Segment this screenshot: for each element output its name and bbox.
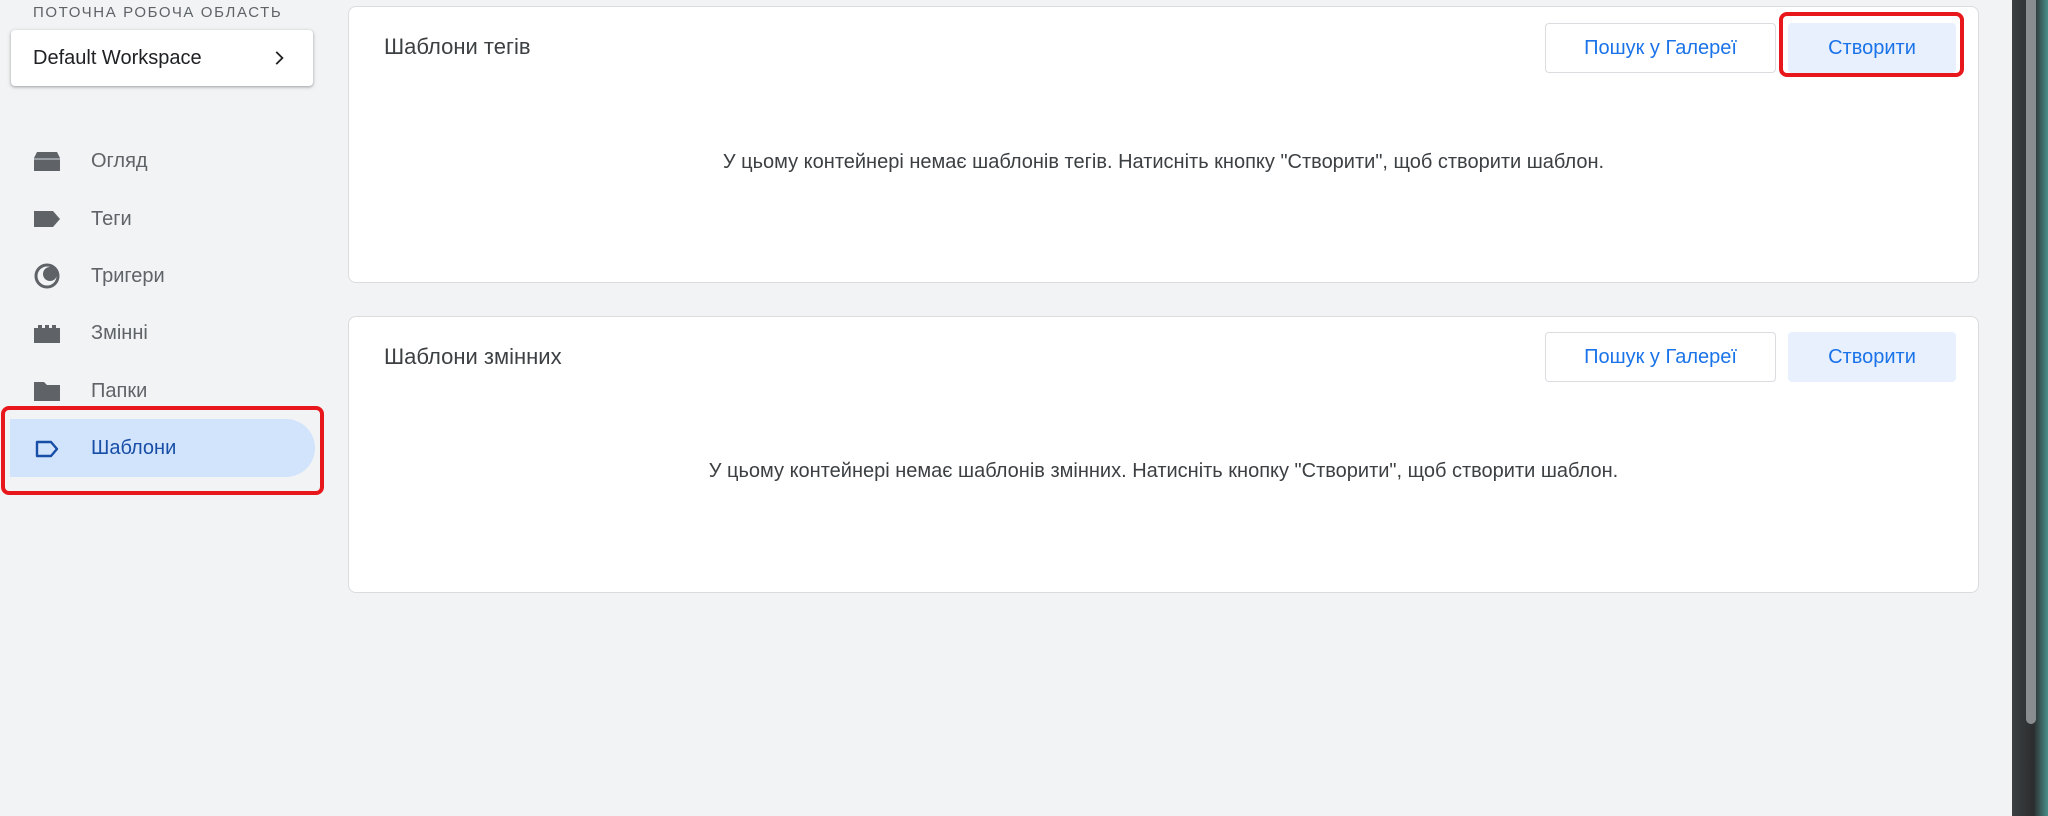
scrollbar[interactable] — [2026, 0, 2036, 724]
sidebar-item-label: Теги — [91, 207, 132, 230]
variable-templates-search-gallery-button[interactable]: Пошук у Галереї — [1545, 332, 1776, 382]
variable-icon — [32, 319, 62, 349]
sidebar-item-label: Огляд — [91, 150, 148, 173]
tag-templates-card: Шаблони тегів Пошук у Галереї Створити У… — [348, 6, 1979, 283]
highlight-create-button — [1779, 12, 1964, 77]
overview-icon — [32, 147, 62, 177]
sidebar-item-label: Тригери — [91, 264, 165, 287]
folder-icon — [32, 376, 62, 406]
sidebar-item-label: Шаблони — [91, 437, 177, 460]
tag-icon — [32, 204, 62, 234]
sidebar-item-tags[interactable]: Теги — [0, 190, 330, 247]
workspace-selector[interactable]: Default Workspace — [11, 30, 313, 86]
variable-templates-card: Шаблони змінних Пошук у Галереї Створити… — [348, 316, 1979, 593]
tag-templates-empty-message: У цьому контейнері немає шаблонів тегів.… — [722, 151, 1605, 173]
chevron-right-icon — [275, 51, 284, 65]
sidebar-item-label: Змінні — [91, 322, 148, 345]
variable-templates-title: Шаблони змінних — [384, 344, 562, 369]
workspace-name: Default Workspace — [33, 46, 202, 69]
sidebar-item-triggers[interactable]: Тригери — [0, 248, 330, 305]
sidebar-item-overview[interactable]: Огляд — [0, 133, 330, 190]
template-icon — [32, 434, 62, 464]
variable-templates-empty-message: У цьому контейнері немає шаблонів змінни… — [708, 460, 1619, 482]
tag-templates-title: Шаблони тегів — [384, 34, 531, 59]
sidebar-item-label: Папки — [91, 379, 148, 402]
tag-templates-search-gallery-button[interactable]: Пошук у Галереї — [1545, 23, 1776, 73]
sidebar: ПОТОЧНА РОБОЧА ОБЛАСТЬ Default Workspace… — [0, 0, 330, 816]
sidebar-item-variables[interactable]: Змінні — [0, 305, 330, 362]
workspace-label: ПОТОЧНА РОБОЧА ОБЛАСТЬ — [33, 4, 283, 21]
trigger-icon — [32, 261, 62, 291]
variable-templates-create-button[interactable]: Створити — [1788, 332, 1956, 382]
